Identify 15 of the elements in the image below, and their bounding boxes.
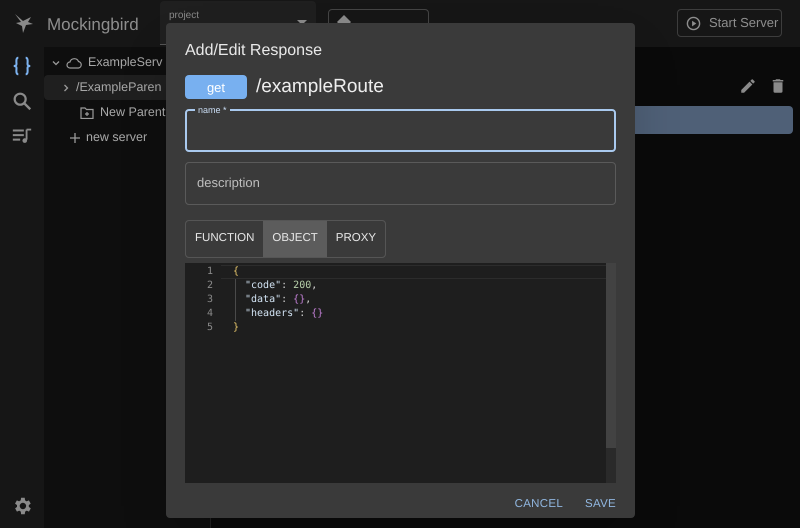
app-title: Mockingbird <box>47 14 139 36</box>
tree-item-label: ExampleServ <box>88 54 162 72</box>
line-number: 5 <box>206 320 214 334</box>
line-number: 2 <box>206 278 214 292</box>
code-line: { <box>233 264 240 278</box>
code-line: } <box>233 320 240 334</box>
route-path: /exampleRoute <box>256 75 384 99</box>
line-number: 4 <box>206 306 214 320</box>
tree-item-label: New Parent <box>100 104 166 122</box>
tree-item-label: /ExampleParen <box>76 79 162 96</box>
line-number: 1 <box>206 264 214 278</box>
line-number: 3 <box>206 292 214 306</box>
dialog-title: Add/Edit Response <box>185 41 323 61</box>
tree-item-label: new server <box>86 129 148 146</box>
method-badge: get <box>185 75 247 100</box>
